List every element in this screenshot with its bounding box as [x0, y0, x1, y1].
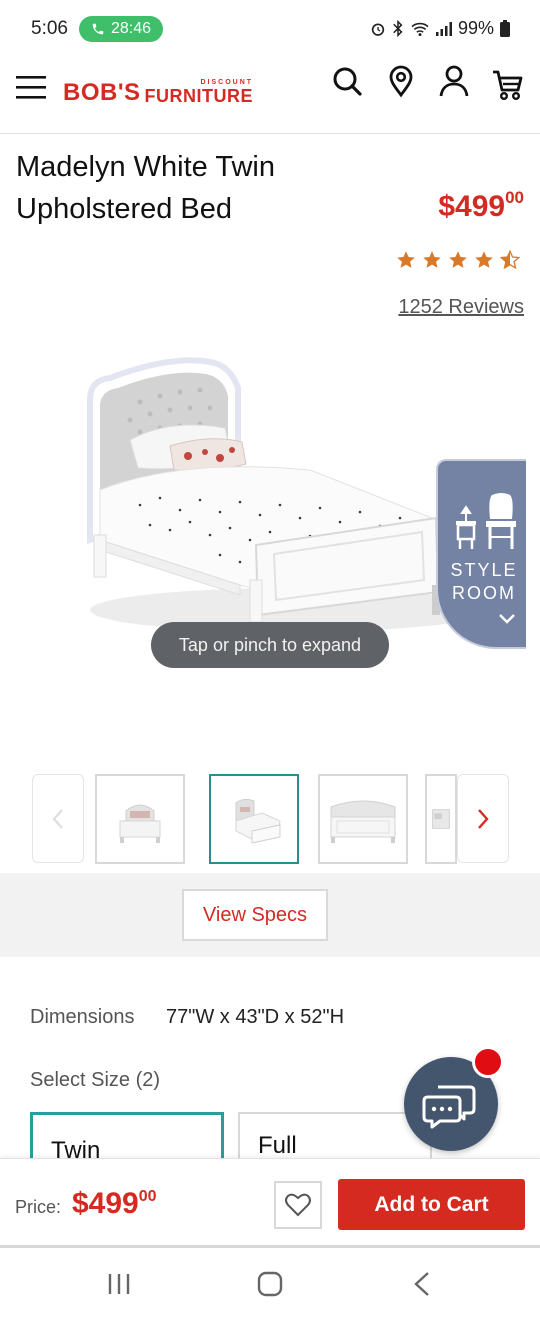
product-image[interactable] — [60, 340, 480, 670]
thumbnail-detail-view[interactable] — [425, 774, 457, 864]
bluetooth-icon — [393, 20, 403, 37]
site-header: BOB'S DISCOUNT FURNITURE — [0, 58, 540, 134]
logo-furniture: FURNITURE — [144, 86, 254, 106]
android-navigation-bar — [0, 1250, 540, 1320]
dimensions-value: 77"W x 43"D x 52"H — [166, 1006, 345, 1028]
product-price: $49900 — [438, 188, 524, 223]
wishlist-button[interactable] — [274, 1181, 322, 1229]
wifi-icon — [411, 22, 429, 36]
battery-percent: 99% — [457, 18, 494, 38]
expand-hint: Tap or pinch to expand — [151, 622, 389, 668]
bed-detail-thumbnail — [432, 809, 450, 829]
cart-icon[interactable] — [491, 68, 525, 102]
battery-icon — [500, 20, 510, 37]
select-size-label: Select Size (2) — [30, 1069, 161, 1091]
style-room-label: STYLE ROOM — [450, 560, 518, 603]
thumbnail-prev-button[interactable] — [32, 774, 84, 863]
hamburger-menu-icon[interactable] — [16, 75, 46, 99]
heart-icon — [285, 1193, 311, 1217]
furniture-icon — [456, 493, 516, 549]
specs-band: View Specs — [0, 873, 540, 957]
chevron-left-icon — [52, 808, 63, 829]
bed-footboard-thumbnail — [330, 800, 396, 843]
dimensions-label: Dimensions — [30, 1006, 135, 1028]
phone-icon — [92, 23, 104, 35]
star-icon — [423, 251, 441, 268]
chat-notification-badge — [472, 1046, 504, 1078]
chevron-down-icon — [499, 614, 515, 624]
back-icon[interactable] — [410, 1270, 434, 1298]
half-star-icon — [500, 250, 520, 270]
reviews-link[interactable]: 1252 Reviews — [398, 296, 524, 319]
product-title: Madelyn White Twin Upholstered Bed — [16, 151, 275, 225]
price-label: Price: — [15, 1197, 62, 1217]
bed-angle-thumbnail — [235, 798, 281, 844]
signal-icon — [435, 21, 452, 36]
purchase-bar: Price: $49900 Add to Cart — [0, 1158, 540, 1248]
chevron-right-icon — [478, 808, 489, 829]
alarm-icon — [371, 23, 385, 36]
add-to-cart-button[interactable]: Add to Cart — [338, 1179, 525, 1230]
thumbnail-front-view[interactable] — [95, 774, 185, 864]
star-icon — [475, 251, 493, 268]
recent-apps-icon[interactable] — [106, 1270, 132, 1298]
thumbnail-angle-view[interactable] — [209, 774, 299, 864]
star-icon — [449, 251, 467, 268]
thumbnail-footboard-view[interactable] — [318, 774, 408, 864]
home-icon[interactable] — [256, 1270, 284, 1298]
rating-stars[interactable] — [396, 250, 520, 270]
purchase-price: $49900 — [72, 1187, 157, 1220]
logo-discount: DISCOUNT — [200, 79, 254, 86]
style-room-button[interactable]: STYLE ROOM — [436, 459, 526, 649]
status-time: 5:06 — [31, 18, 68, 39]
status-bar: 5:06 28:46 99% — [0, 0, 540, 58]
status-icons: 99% — [370, 18, 510, 39]
bed-front-thumbnail — [119, 804, 161, 843]
location-pin-icon[interactable] — [384, 64, 418, 98]
thumbnail-carousel — [0, 774, 540, 864]
thumbnail-next-button[interactable] — [457, 774, 509, 863]
bobs-logo[interactable]: BOB'S DISCOUNT FURNITURE — [63, 73, 253, 105]
star-icon — [397, 251, 415, 268]
account-icon[interactable] — [437, 64, 471, 98]
search-icon[interactable] — [330, 64, 364, 98]
call-timer: 28:46 — [111, 20, 152, 37]
logo-bobs: BOB'S — [63, 79, 141, 106]
view-specs-button[interactable]: View Specs — [182, 889, 328, 941]
call-indicator[interactable]: 28:46 — [79, 16, 163, 42]
